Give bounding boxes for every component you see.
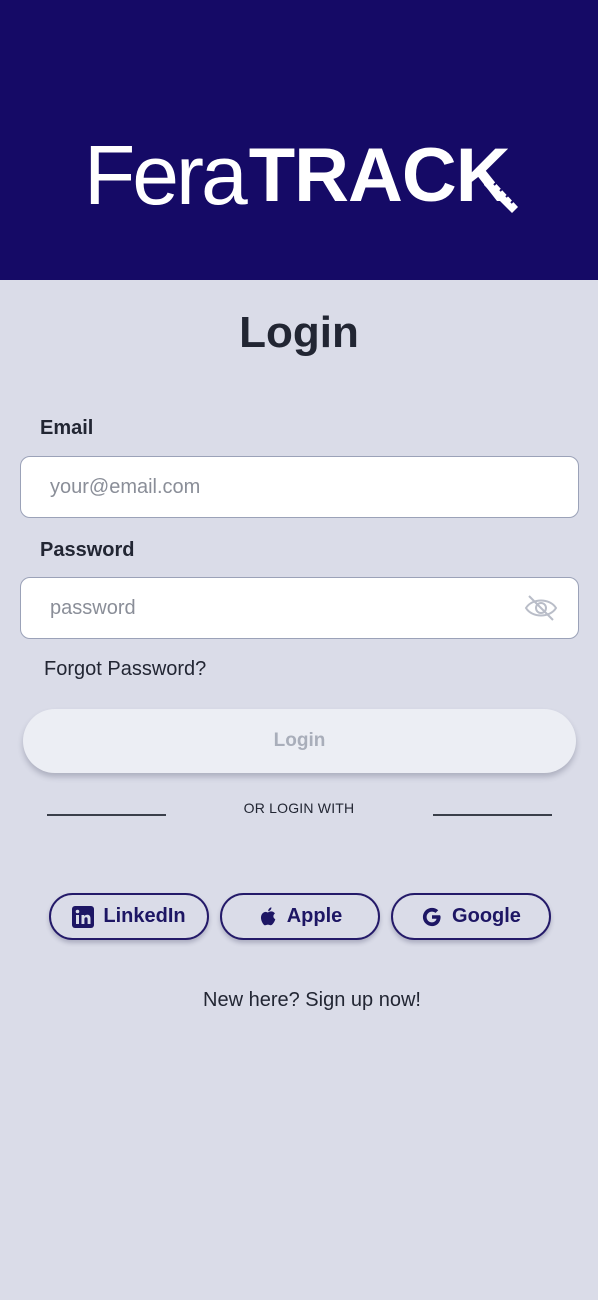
signup-link[interactable]: New here? Sign up now! xyxy=(0,989,598,1012)
apple-label: Apple xyxy=(286,905,343,927)
google-login-button[interactable]: Google xyxy=(391,893,551,940)
page-title: Login xyxy=(239,308,359,357)
logo-text-light: Fera xyxy=(84,128,248,222)
feratrack-logo: Fera TRACK xyxy=(84,128,518,222)
apple-icon xyxy=(260,906,276,925)
linkedin-icon xyxy=(72,905,95,928)
google-label: Google xyxy=(452,905,521,927)
divider-line-right xyxy=(433,814,552,816)
eye-off-icon[interactable] xyxy=(524,594,558,622)
login-button[interactable]: Login xyxy=(23,709,576,773)
forgot-password-link[interactable]: Forgot Password? xyxy=(44,658,206,681)
linkedin-label: LinkedIn xyxy=(103,905,186,927)
google-icon xyxy=(422,907,441,926)
app-header: Fera TRACK xyxy=(0,0,598,280)
linkedin-login-button[interactable]: LinkedIn xyxy=(49,893,209,940)
ruler-icon xyxy=(484,173,518,213)
password-label: Password xyxy=(40,539,135,561)
apple-login-button[interactable]: Apple xyxy=(220,893,380,940)
password-field-container xyxy=(20,577,579,639)
email-input[interactable] xyxy=(50,457,520,517)
password-input[interactable] xyxy=(50,578,520,638)
email-label: Email xyxy=(40,417,94,439)
email-field-container xyxy=(20,456,579,518)
logo-text-bold: TRACK xyxy=(248,133,511,218)
